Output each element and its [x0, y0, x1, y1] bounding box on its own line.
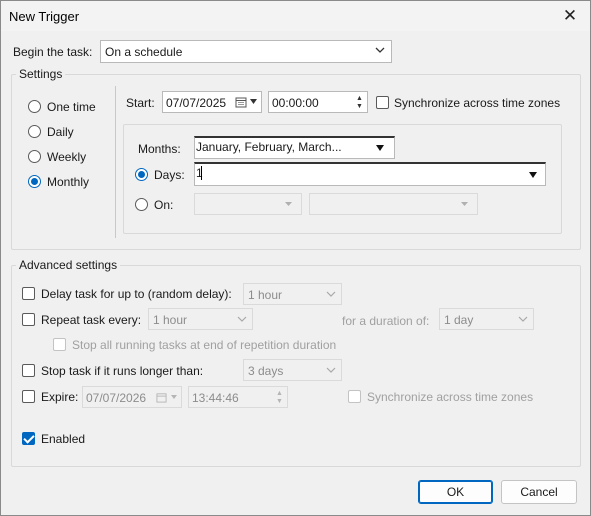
chevron-down-icon — [326, 291, 336, 297]
chevron-down-icon — [518, 316, 528, 322]
cancel-button[interactable]: Cancel — [501, 480, 577, 504]
spin-up-icon[interactable]: ▲ — [356, 95, 363, 102]
stop-running-label: Stop all running tasks at end of repetit… — [72, 338, 337, 352]
caret-down-icon[interactable] — [375, 144, 385, 152]
on-week-dropdown[interactable] — [194, 193, 302, 215]
begin-task-dropdown[interactable]: On a schedule — [100, 40, 392, 63]
calendar-icon — [156, 393, 167, 403]
chevron-down-icon — [375, 47, 385, 53]
chevron-down-icon — [285, 202, 292, 206]
expire-label: Expire: — [41, 390, 79, 404]
start-date-picker[interactable]: 07/07/2025 — [162, 91, 262, 113]
chevron-down-icon — [237, 316, 247, 322]
on-day-dropdown[interactable] — [309, 193, 478, 215]
begin-task-label: Begin the task: — [13, 45, 93, 59]
caret-down-icon — [171, 395, 177, 399]
radio-button[interactable] — [28, 150, 41, 163]
title-bar[interactable]: New Trigger ✕ — [1, 1, 590, 31]
sync-timezones-checkbox[interactable] — [376, 96, 389, 109]
radio-on[interactable] — [135, 198, 148, 211]
expire-date-picker[interactable]: 07/07/2026 — [82, 386, 182, 408]
delay-task-checkbox[interactable] — [22, 287, 35, 300]
radio-button-selected[interactable] — [28, 175, 41, 188]
start-time-value: 00:00:00 — [272, 96, 319, 110]
start-label: Start: — [126, 96, 155, 110]
duration-value: 1 day — [444, 313, 474, 327]
enabled-label: Enabled — [41, 432, 86, 446]
time-spinner[interactable]: ▲ ▼ — [273, 387, 287, 409]
days-label: Days: — [154, 168, 185, 182]
radio-monthly-label: Monthly — [47, 175, 90, 189]
ok-button[interactable]: OK — [418, 480, 493, 504]
radio-button[interactable] — [28, 125, 41, 138]
window-title: New Trigger — [9, 9, 80, 24]
stop-longer-label: Stop task if it runs longer than: — [41, 364, 204, 378]
duration-label: for a duration of: — [342, 314, 430, 328]
stop-running-checkbox[interactable] — [53, 338, 66, 351]
radio-daily-label: Daily — [47, 125, 74, 139]
on-label: On: — [154, 198, 174, 212]
days-dropdown[interactable]: 1 — [194, 162, 546, 186]
settings-group-title: Settings — [16, 67, 66, 81]
expire-time-input[interactable]: 13:44:46 ▲ ▼ — [188, 386, 288, 408]
caret-down-icon[interactable] — [249, 98, 258, 106]
stop-longer-dropdown[interactable]: 3 days — [243, 359, 342, 381]
spin-down-icon[interactable]: ▼ — [276, 398, 283, 405]
months-dropdown[interactable]: January, February, March... — [194, 136, 395, 159]
expire-checkbox[interactable] — [22, 390, 35, 403]
months-value: January, February, March... — [196, 140, 342, 154]
start-time-input[interactable]: 00:00:00 ▲ ▼ — [268, 91, 368, 113]
start-date-value: 07/07/2025 — [166, 96, 227, 110]
enabled-checkbox[interactable] — [22, 432, 35, 445]
close-icon[interactable]: ✕ — [560, 6, 580, 26]
radio-weekly-label: Weekly — [47, 150, 87, 164]
time-spinner[interactable]: ▲ ▼ — [353, 92, 367, 114]
delay-duration-dropdown[interactable]: 1 hour — [243, 283, 342, 305]
spin-up-icon[interactable]: ▲ — [276, 390, 283, 397]
radio-days-selected[interactable] — [135, 168, 148, 181]
expire-date-value: 07/07/2026 — [86, 391, 147, 405]
chevron-down-icon — [461, 202, 468, 206]
begin-task-value: On a schedule — [105, 45, 183, 59]
chevron-down-icon — [326, 367, 336, 373]
stop-longer-value: 3 days — [248, 364, 284, 378]
delay-task-label: Delay task for up to (random delay): — [41, 287, 232, 301]
text-cursor — [201, 166, 202, 180]
calendar-icon[interactable] — [235, 96, 247, 108]
vertical-separator — [115, 86, 116, 238]
repeat-interval-value: 1 hour — [153, 313, 188, 327]
advanced-settings-title: Advanced settings — [16, 258, 121, 272]
expire-time-value: 13:44:46 — [192, 391, 239, 405]
delay-duration-value: 1 hour — [248, 288, 283, 302]
repeat-task-label: Repeat task every: — [41, 313, 142, 327]
radio-one-time-label: One time — [47, 100, 96, 114]
sync-timezones-label: Synchronize across time zones — [394, 96, 561, 110]
months-label: Months: — [138, 142, 181, 156]
stop-longer-checkbox[interactable] — [22, 364, 35, 377]
expire-sync-checkbox[interactable] — [348, 390, 361, 403]
spin-down-icon[interactable]: ▼ — [356, 103, 363, 110]
expire-sync-label: Synchronize across time zones — [367, 390, 534, 404]
repeat-interval-dropdown[interactable]: 1 hour — [148, 308, 253, 330]
radio-button[interactable] — [28, 100, 41, 113]
caret-down-icon[interactable] — [528, 171, 538, 179]
repeat-task-checkbox[interactable] — [22, 313, 35, 326]
duration-dropdown[interactable]: 1 day — [439, 308, 534, 330]
